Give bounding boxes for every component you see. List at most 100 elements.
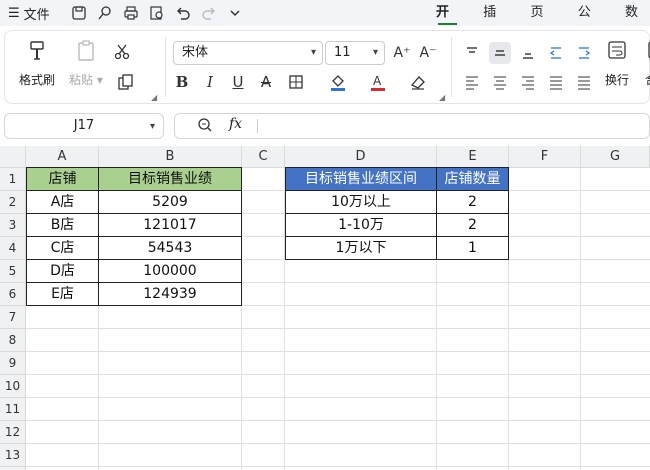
tab-insert[interactable]: 插入	[471, 0, 518, 46]
table-cell[interactable]: 10万以上	[285, 191, 437, 214]
ribbon-panel: 格式刷 粘贴 ▾ 宋体 ▾ 11 ▾ A⁺ A⁻ B I U A A 换行 ◢ …	[4, 30, 650, 104]
row-header[interactable]: 7	[0, 306, 26, 329]
table-cell[interactable]: D店	[26, 260, 99, 283]
decrease-font-icon[interactable]: A⁻	[417, 42, 439, 64]
gridline	[26, 397, 650, 398]
row-header[interactable]: 12	[0, 421, 26, 444]
merge-label: 合	[645, 71, 650, 88]
row-header[interactable]: 1	[0, 168, 26, 191]
name-box[interactable]: J17 ▾	[4, 113, 164, 139]
row-header[interactable]: 8	[0, 329, 26, 352]
column-header-d[interactable]: D	[285, 146, 437, 168]
table-cell[interactable]: 121017	[99, 214, 242, 237]
row-header[interactable]: 4	[0, 237, 26, 260]
tab-page[interactable]: 页面	[519, 0, 566, 46]
row-header[interactable]: 11	[0, 398, 26, 421]
table-header-cell[interactable]: 目标销售业绩	[99, 167, 242, 191]
format-painter-button[interactable]: 格式刷	[19, 39, 55, 88]
table-cell[interactable]: 1万以下	[285, 237, 437, 260]
table-cell[interactable]: 2	[437, 191, 509, 214]
tab-formula[interactable]: 公式	[566, 0, 613, 46]
table-header-cell[interactable]: 店铺	[26, 167, 99, 191]
column-header-e[interactable]: E	[437, 146, 509, 168]
formula-bar: fx	[174, 113, 650, 139]
cut-icon[interactable]	[111, 41, 133, 63]
ribbon-divider	[165, 37, 166, 97]
bold-icon[interactable]: B	[171, 71, 193, 93]
column-header-g[interactable]: G	[581, 146, 650, 168]
row-header[interactable]: 9	[0, 352, 26, 375]
row-header[interactable]: 13	[0, 444, 26, 467]
tab-home[interactable]: 开始	[424, 0, 471, 46]
print-preview-icon[interactable]	[148, 4, 166, 22]
table-cell[interactable]: 2	[437, 214, 509, 237]
column-header-a[interactable]: A	[26, 146, 99, 168]
table-header-cell[interactable]: 店铺数量	[437, 167, 509, 191]
border-icon[interactable]	[285, 71, 307, 93]
select-all-corner[interactable]	[0, 146, 26, 168]
underline-icon[interactable]: U	[227, 71, 249, 93]
row-header[interactable]: 6	[0, 283, 26, 306]
undo-icon[interactable]	[174, 4, 192, 22]
cell-reference: J17	[73, 118, 95, 133]
table-cell[interactable]: 124939	[99, 283, 242, 306]
save-icon[interactable]	[70, 4, 88, 22]
strikethrough-icon[interactable]: A	[255, 71, 277, 93]
paste-button[interactable]: 粘贴 ▾	[69, 39, 103, 88]
clipboard-group-launcher-icon[interactable]: ◢	[151, 93, 157, 102]
tab-data[interactable]: 数	[613, 0, 650, 26]
align-center-icon[interactable]	[489, 71, 511, 93]
align-right-icon[interactable]	[517, 71, 539, 93]
table-cell[interactable]: 5209	[99, 191, 242, 214]
font-color-icon[interactable]: A	[367, 71, 389, 93]
insert-function-icon[interactable]: fx	[229, 116, 242, 132]
file-menu[interactable]: ☰ 文件	[0, 4, 60, 23]
redo-icon	[200, 4, 218, 22]
table-cell[interactable]: A店	[26, 191, 99, 214]
table-cell[interactable]: B店	[26, 214, 99, 237]
svg-text:A: A	[373, 74, 382, 88]
align-middle-icon[interactable]	[489, 42, 511, 64]
ribbon-divider	[451, 37, 452, 97]
font-size-select[interactable]: 11 ▾	[325, 41, 385, 65]
table-cell[interactable]: 54543	[99, 237, 242, 260]
justify-icon[interactable]	[545, 71, 567, 93]
outdent-icon[interactable]	[545, 42, 567, 64]
copy-icon[interactable]	[115, 71, 137, 93]
merge-button[interactable]: 合	[645, 39, 650, 88]
zoom-icon[interactable]	[197, 117, 213, 137]
column-header-f[interactable]: F	[509, 146, 581, 168]
search-replace-icon[interactable]	[96, 4, 114, 22]
chevron-down-icon[interactable]	[226, 4, 244, 22]
indent-icon[interactable]	[573, 42, 595, 64]
chevron-down-icon: ▾	[149, 121, 155, 132]
table-cell[interactable]: 100000	[99, 260, 242, 283]
align-left-icon[interactable]	[461, 71, 483, 93]
table-header-cell[interactable]: 目标销售业绩区间	[285, 167, 437, 191]
table-cell[interactable]: 1-10万	[285, 214, 437, 237]
font-name-select[interactable]: 宋体 ▾	[173, 41, 323, 65]
clear-format-icon[interactable]	[407, 71, 429, 93]
formula-input[interactable]	[265, 116, 635, 136]
paste-icon	[78, 40, 94, 61]
align-top-icon[interactable]	[461, 42, 483, 64]
font-group-launcher-icon[interactable]: ◢	[439, 93, 445, 102]
row-header[interactable]: 10	[0, 375, 26, 398]
align-bottom-icon[interactable]	[517, 42, 539, 64]
italic-icon[interactable]: I	[199, 71, 221, 93]
table-cell[interactable]: 1	[437, 237, 509, 260]
print-icon[interactable]	[122, 4, 140, 22]
distributed-icon[interactable]	[573, 71, 595, 93]
wrap-text-button[interactable]: 换行	[605, 39, 629, 88]
table-cell[interactable]: E店	[26, 283, 99, 306]
increase-font-icon[interactable]: A⁺	[391, 42, 413, 64]
font-size-value: 11	[334, 45, 351, 60]
fill-color-icon[interactable]	[327, 71, 349, 93]
row-header[interactable]: 3	[0, 214, 26, 237]
format-painter-label: 格式刷	[19, 73, 56, 87]
column-header-b[interactable]: B	[99, 146, 242, 168]
table-cell[interactable]: C店	[26, 237, 99, 260]
row-header[interactable]: 5	[0, 260, 26, 283]
column-header-c[interactable]: C	[242, 146, 285, 168]
row-header[interactable]: 2	[0, 191, 26, 214]
